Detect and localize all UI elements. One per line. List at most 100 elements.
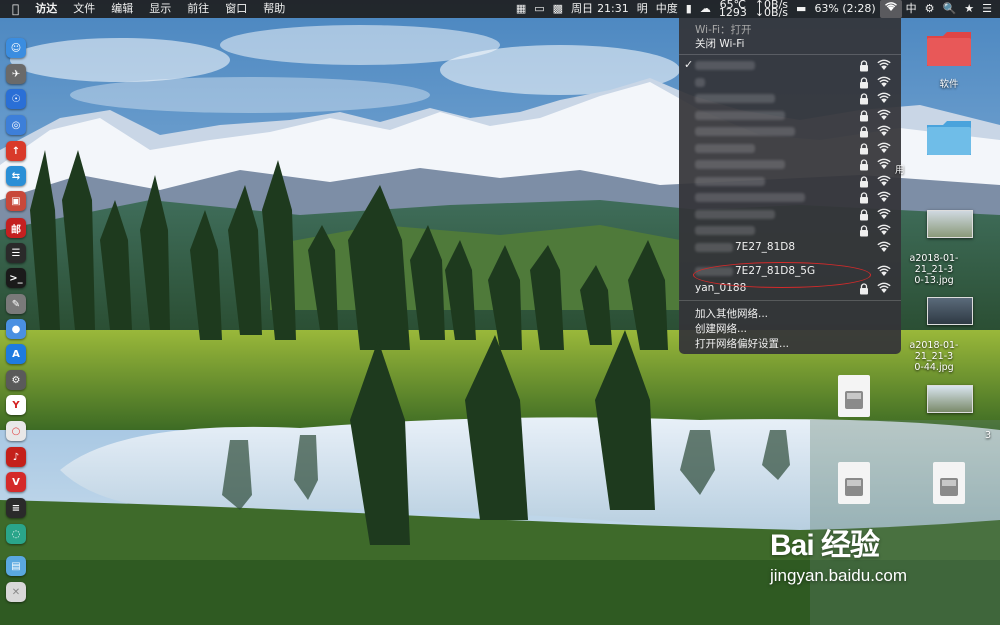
wifi-network-row[interactable] (679, 91, 901, 106)
preview-icon[interactable]: ◎ (6, 115, 26, 135)
wifi-signal-icon (877, 158, 891, 170)
open-network-preferences-item[interactable]: 打开网络偏好设置... (695, 336, 789, 351)
wifi-network-row[interactable] (679, 141, 901, 156)
input-method[interactable]: 中 (902, 0, 921, 18)
redacted-network-name (695, 193, 805, 202)
menu-help[interactable]: 帮助 (255, 0, 293, 18)
menu-view[interactable]: 显示 (141, 0, 179, 18)
finder-icon[interactable]: ☺ (6, 38, 26, 58)
lock-icon (859, 126, 869, 138)
notification-star-icon[interactable]: ★ (960, 0, 978, 18)
toolbox-icon[interactable]: ↑ (6, 141, 26, 161)
menu-file[interactable]: 文件 (65, 0, 103, 18)
display-icon[interactable]: ▭ (530, 0, 548, 18)
chrome-icon[interactable]: ○ (6, 421, 26, 441)
wifi-network-row[interactable] (679, 157, 901, 172)
yandex-icon[interactable]: Y (6, 395, 26, 415)
folder-label[interactable]: 软件 (914, 79, 984, 90)
battery-icon[interactable]: ▬ (792, 0, 810, 18)
redacted-network-prefix (695, 243, 733, 252)
teamviewer-icon[interactable]: ⇆ (6, 166, 26, 186)
folder-icon[interactable] (925, 117, 973, 161)
redacted-network-name (695, 143, 755, 153)
wifi-network-row[interactable]: yan_0188 (679, 281, 901, 296)
redacted-network-name (695, 176, 765, 186)
create-network-item[interactable]: 创建网络... (695, 321, 747, 336)
console-icon[interactable]: ≡ (6, 498, 26, 518)
disk-image-icon[interactable] (933, 462, 965, 504)
turn-off-wifi-item[interactable]: 关闭 Wi-Fi (695, 36, 744, 51)
status-bar: ▦ ▭ ▩ 周日 21:31 明 中度 ▮ ☁ 65℃ 1293 ↑0B/s ↓… (512, 0, 1000, 18)
disk-image-icon[interactable] (838, 375, 870, 417)
menu-window[interactable]: 窗口 (217, 0, 255, 18)
system-preferences-icon[interactable]: ⚙ (6, 370, 26, 390)
disk-image-icon[interactable] (838, 462, 870, 504)
menubar-clock[interactable]: 21:31 (597, 0, 633, 18)
sensor-readout[interactable]: 65℃ 1293 (715, 0, 751, 18)
folder-icon[interactable] (925, 28, 973, 72)
wifi-network-row[interactable] (679, 174, 901, 189)
menu-bar:  访达 文件 编辑 显示 前往 窗口 帮助 ▦ ▭ ▩ 周日 21:31 明 … (0, 0, 1000, 18)
screenshot-thumbnail[interactable] (927, 385, 973, 413)
redacted-network-name (695, 110, 785, 120)
wifi-signal-icon (877, 241, 891, 253)
sync-icon[interactable]: ⚙ (921, 0, 939, 18)
file-label-line2: 0-44.jpg (914, 362, 954, 373)
layout-icon[interactable]: ▦ (512, 0, 530, 18)
wifi-network-row[interactable] (679, 124, 901, 139)
notification-center-icon[interactable]: ☰ (978, 0, 1000, 18)
battery-status[interactable]: 63% (2:28) (810, 0, 879, 18)
folder-label-partial[interactable]: 用 (895, 165, 915, 176)
app-store-icon[interactable]: A (6, 344, 26, 364)
wifi-menu-icon[interactable] (879, 0, 902, 18)
menubar-weather[interactable]: 明 (633, 0, 652, 18)
photo-icon[interactable]: ▣ (6, 191, 26, 211)
network-speed[interactable]: ↑0B/s ↓0B/s (751, 0, 792, 18)
redacted-network-name (695, 127, 795, 136)
menu-go[interactable]: 前往 (179, 0, 217, 18)
siri-icon[interactable]: ● (6, 319, 26, 339)
wifi-signal-icon (877, 59, 891, 71)
wifi-network-row[interactable]: 7E27_81D8 (679, 240, 901, 255)
menubar-day[interactable]: 周日 (567, 0, 597, 18)
ime-indicator[interactable]: 中度 (652, 0, 682, 18)
screens-icon[interactable]: ▩ (549, 0, 567, 18)
cleanup-icon[interactable]: ◌ (6, 524, 26, 544)
wifi-network-name: yan_0188 (695, 282, 747, 294)
activity-monitor-icon[interactable]: ☰ (6, 243, 26, 263)
wifi-network-row[interactable] (679, 75, 901, 90)
screenshot-thumbnail[interactable] (927, 210, 973, 238)
wifi-network-row[interactable] (679, 108, 901, 123)
cloud-icon[interactable]: ☁ (696, 0, 715, 18)
downloads-folder-icon[interactable]: ▤ (6, 556, 26, 576)
wifi-signal-icon (877, 109, 891, 121)
baidu-watermark: Bai 经验 jingyan.baidu.com (770, 520, 907, 586)
menu-edit[interactable]: 编辑 (103, 0, 141, 18)
menu-finder[interactable]: 访达 (27, 0, 65, 18)
wifi-network-row[interactable] (679, 223, 901, 238)
trash-icon[interactable]: ✕ (6, 582, 26, 602)
redacted-network-name (695, 160, 785, 169)
file-label-partial[interactable]: 3 (978, 430, 998, 441)
file-label-line1: a2018-01-21_21-3 (909, 340, 959, 362)
wifi-network-row[interactable] (679, 190, 901, 205)
screenshot-thumbnail[interactable] (927, 297, 973, 325)
launchpad-icon[interactable]: ✈ (6, 64, 26, 84)
script-editor-icon[interactable]: ✎ (6, 294, 26, 314)
file-label[interactable]: a2018-01-21_21-3 0-44.jpg (895, 340, 973, 373)
wifi-network-row[interactable]: ✓ (679, 58, 901, 73)
wifi-network-row[interactable] (679, 207, 901, 222)
vivaldi-icon[interactable]: V (6, 472, 26, 492)
wifi-network-row[interactable]: 7E27_81D8_5G (679, 264, 901, 279)
file-label[interactable]: a2018-01-21_21-3 0-13.jpg (895, 253, 973, 286)
spotlight-icon[interactable]: 🔍 (939, 0, 961, 18)
battery-small-icon[interactable]: ▮ (682, 0, 696, 18)
join-other-network-item[interactable]: 加入其他网络... (695, 306, 768, 321)
terminal-icon[interactable]: >_ (6, 268, 26, 288)
safari-icon[interactable]: ☉ (6, 89, 26, 109)
netease-music-icon[interactable]: ♪ (6, 447, 26, 467)
lock-icon (859, 142, 869, 155)
apple-menu-icon[interactable]:  (0, 0, 27, 18)
redacted-network-prefix (695, 267, 733, 276)
youdao-icon[interactable]: 邮 (6, 218, 26, 238)
